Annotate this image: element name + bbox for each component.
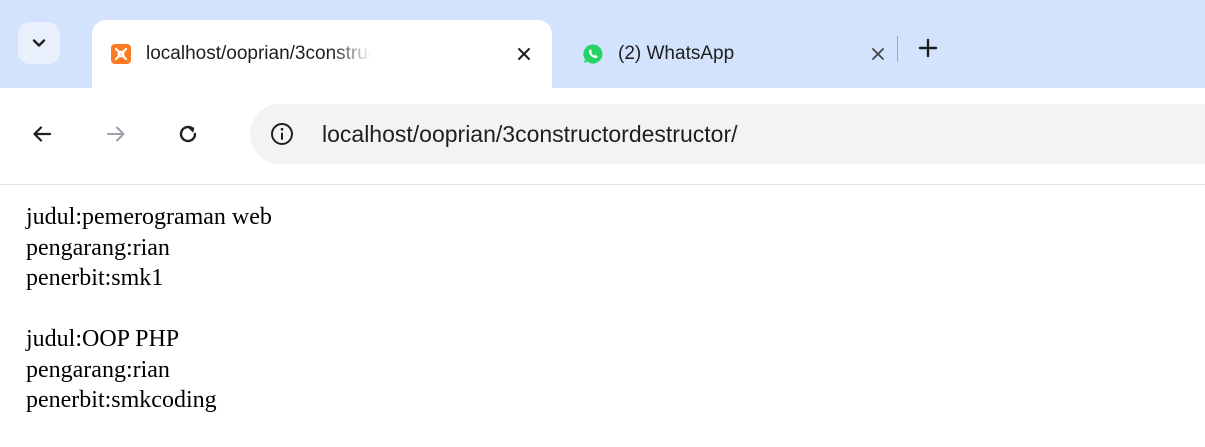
- close-tab-button[interactable]: [512, 42, 536, 66]
- browser-window: localhost/ooprian/3constructordestructor…: [0, 0, 1205, 447]
- back-button[interactable]: [22, 114, 62, 154]
- address-bar-url[interactable]: localhost/ooprian/3constructordestructor…: [322, 121, 738, 147]
- arrow-left-icon: [33, 126, 52, 142]
- reload-icon: [179, 125, 197, 143]
- tab-divider: [897, 36, 898, 62]
- site-info-button[interactable]: [264, 116, 300, 152]
- arrow-right-icon: [107, 126, 125, 142]
- xampp-icon: [110, 43, 132, 65]
- info-icon: [271, 123, 293, 145]
- forward-button[interactable]: [96, 114, 136, 154]
- book-publisher: penerbit:smkcoding: [26, 387, 217, 413]
- toolbar: localhost/ooprian/3constructordestructor…: [0, 88, 1205, 185]
- book-publisher: penerbit:smk1: [26, 265, 164, 291]
- tab-localhost[interactable]: localhost/ooprian/3constructordestructor…: [92, 20, 552, 88]
- close-tab-button[interactable]: [866, 42, 890, 66]
- chevron-down-icon: [32, 39, 46, 47]
- tab-title: localhost/ooprian/3constructordestructor…: [146, 43, 372, 64]
- new-tab-button[interactable]: [908, 28, 948, 68]
- book-author: pengarang:rian: [26, 356, 170, 383]
- close-icon: [518, 48, 530, 60]
- reload-button[interactable]: [168, 114, 208, 154]
- whatsapp-icon: [582, 43, 604, 65]
- close-icon: [872, 48, 884, 60]
- book-title: judul:OOP PHP: [26, 326, 180, 352]
- tab-title: (2) WhatsApp: [618, 43, 735, 64]
- plus-icon: [918, 38, 938, 58]
- tab-strip: localhost/ooprian/3constructordestructor…: [0, 0, 1205, 88]
- book-author: pengarang:rian: [26, 234, 170, 261]
- book-title: judul:pemerograman web: [26, 204, 272, 230]
- page-content: judul:pemerograman web pengarang:rian pe…: [26, 202, 1176, 416]
- address-bar[interactable]: localhost/ooprian/3constructordestructor…: [250, 104, 1205, 164]
- tab-whatsapp[interactable]: (2) WhatsApp: [566, 20, 884, 88]
- tab-search-button[interactable]: [18, 22, 60, 64]
